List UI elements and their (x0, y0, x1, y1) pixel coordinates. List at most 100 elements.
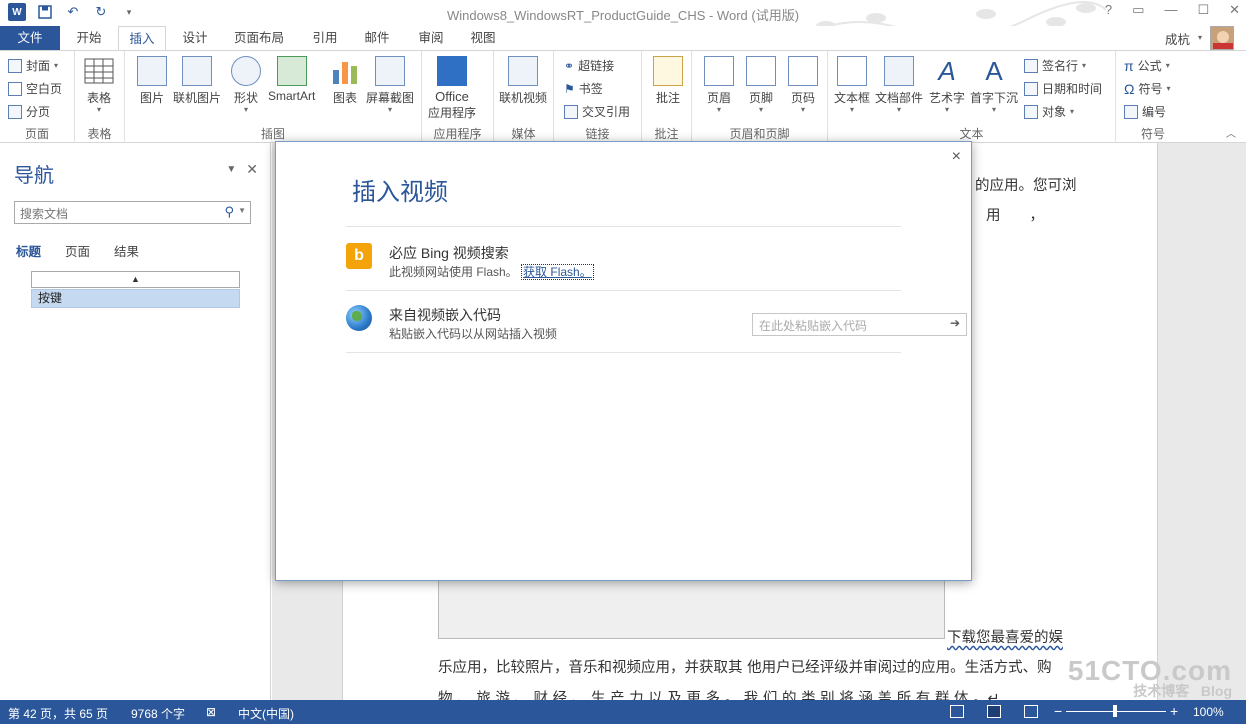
help-icon[interactable]: ? (1105, 2, 1112, 18)
search-icon[interactable]: ⚲ (224, 204, 234, 220)
nav-tab-results[interactable]: 结果 (114, 241, 139, 260)
print-layout-icon[interactable] (987, 705, 1001, 718)
comment-button[interactable]: 批注 (653, 56, 683, 106)
cover-page-icon (8, 58, 22, 73)
symbol-label: 符号 (1138, 82, 1163, 96)
dialog-title: 插入视频 (352, 178, 448, 206)
close-button[interactable]: ✕ (1229, 2, 1240, 18)
dialog-close-button[interactable]: × (952, 148, 961, 166)
chevron-down-icon[interactable]: ▼ (238, 206, 246, 215)
maximize-button[interactable]: ☐ (1197, 2, 1209, 18)
drop-cap-button[interactable]: A 首字下沉 ▾ (970, 56, 1018, 114)
collapse-all-icon[interactable]: ▲ (31, 271, 240, 288)
watermark: 51CTO.com 技术博客 Blog (1068, 655, 1232, 701)
minimize-button[interactable]: — (1164, 2, 1177, 18)
blank-page-icon (8, 81, 22, 96)
video-placeholder[interactable] (438, 573, 945, 639)
online-pictures-button[interactable]: 联机图片 (173, 56, 221, 106)
tab-view[interactable]: 视图 (460, 26, 506, 50)
footer-icon (746, 56, 776, 86)
wordart-button[interactable]: A 艺术字 ▾ (929, 56, 965, 114)
zoom-level[interactable]: 100% (1193, 705, 1224, 719)
online-picture-icon (182, 56, 212, 86)
get-flash-link[interactable]: 获取 Flash。 (521, 264, 594, 280)
nav-options-icon[interactable]: ▼ (226, 161, 236, 178)
zoom-out-button[interactable]: − (1054, 703, 1062, 719)
tab-mailings[interactable]: 邮件 (354, 26, 400, 50)
collapse-ribbon-icon[interactable]: ︿ (1226, 125, 1236, 140)
tab-insert[interactable]: 插入 (118, 26, 166, 51)
arrow-right-icon[interactable]: ➔ (950, 316, 960, 330)
object-label: 对象 (1042, 105, 1067, 119)
tab-page-layout[interactable]: 页面布局 (224, 26, 294, 50)
chart-button[interactable]: 图表 (330, 56, 360, 106)
page-break-button[interactable]: 分页 (8, 103, 50, 120)
header-button[interactable]: 页眉 ▾ (704, 56, 734, 114)
table-button[interactable]: 表格 ▾ (84, 56, 114, 114)
text-box-icon (837, 56, 867, 86)
tab-file[interactable]: 文件 (0, 26, 60, 50)
bing-icon: b (346, 243, 372, 269)
navigation-pane: 导航 ▼ ✕ 搜索文档 ⚲ ▼ 标题 页面 结果 ▲ 按键 (0, 143, 271, 700)
screenshot-button[interactable]: 屏幕截图 ▾ (366, 56, 414, 114)
page-number-button[interactable]: 页码 ▾ (788, 56, 818, 114)
shapes-button[interactable]: 形状 ▾ (231, 56, 261, 114)
page-break-icon (8, 104, 22, 119)
blank-page-button[interactable]: 空白页 (8, 80, 62, 97)
tab-references[interactable]: 引用 (302, 26, 348, 50)
language-status[interactable]: 中文(中国) (238, 705, 294, 722)
footer-label: 页脚 (748, 91, 773, 105)
online-video-button[interactable]: 联机视频 (499, 56, 547, 106)
chevron-down-icon: ▾ (992, 105, 997, 114)
equation-button[interactable]: π 公式 ▾ (1124, 57, 1170, 74)
symbol-button[interactable]: Ω 符号 ▾ (1124, 80, 1171, 97)
office-apps-button[interactable]: Office 应用程序 (428, 56, 476, 121)
header-icon (704, 56, 734, 86)
outline-item[interactable]: 按键 (31, 289, 240, 308)
watermark-text: 技术博客 (1133, 683, 1190, 699)
nav-search-input[interactable]: 搜索文档 ⚲ ▼ (14, 201, 251, 224)
picture-icon (137, 56, 167, 86)
user-account[interactable]: 成杭 ▾ (1165, 26, 1234, 50)
numbering-button[interactable]: 编号 (1124, 103, 1166, 120)
signature-line-button[interactable]: 签名行 ▾ (1024, 57, 1086, 74)
proofing-icon[interactable]: ⊠ (206, 705, 216, 719)
object-button[interactable]: 对象 ▾ (1024, 103, 1074, 120)
tab-review[interactable]: 审阅 (408, 26, 454, 50)
bookmark-button[interactable]: ⚑ 书签 (564, 80, 603, 97)
tab-design[interactable]: 设计 (172, 26, 218, 50)
smartart-button[interactable]: SmartArt (268, 56, 315, 103)
chevron-down-icon: ▾ (243, 105, 248, 114)
pictures-button[interactable]: 图片 (137, 56, 167, 106)
numbering-icon (1124, 104, 1138, 119)
nav-close-icon[interactable]: ✕ (246, 161, 258, 178)
quick-parts-button[interactable]: 文档部件 ▾ (875, 56, 923, 114)
footer-button[interactable]: 页脚 ▾ (746, 56, 776, 114)
web-layout-icon[interactable] (1024, 705, 1038, 718)
zoom-slider-thumb[interactable] (1113, 705, 1117, 717)
read-mode-icon[interactable] (950, 705, 964, 718)
quick-parts-label: 文档部件 (875, 91, 924, 105)
text-box-label: 文本框 (834, 91, 871, 105)
chevron-down-icon: ▾ (1082, 60, 1087, 70)
date-time-button[interactable]: 日期和时间 (1024, 80, 1102, 97)
ribbon-display-icon[interactable]: ▭ (1132, 2, 1144, 18)
nav-tab-headings[interactable]: 标题 (16, 241, 41, 260)
embed-code-placeholder: 在此处粘贴嵌入代码 (759, 319, 868, 333)
cover-page-button[interactable]: 封面 ▾ (8, 57, 58, 74)
embed-code-input[interactable]: 在此处粘贴嵌入代码 ➔ (752, 313, 967, 336)
text-box-button[interactable]: 文本框 ▾ (834, 56, 870, 114)
chevron-down-icon: ▾ (716, 105, 721, 114)
bing-video-search-row[interactable]: b 必应 Bing 视频搜索 此视频网站使用 Flash。 获取 Flash。 (346, 243, 901, 303)
wordart-label: 艺术字 (929, 91, 966, 105)
equation-label: 公式 (1137, 59, 1162, 73)
page-count[interactable]: 第 42 页，共 65 页 (8, 705, 108, 722)
cross-reference-button[interactable]: 交叉引用 (564, 103, 630, 120)
cross-reference-label: 交叉引用 (582, 105, 631, 119)
word-count[interactable]: 9768 个字 (131, 705, 185, 722)
drop-cap-label: 首字下沉 (970, 91, 1019, 105)
nav-tab-pages[interactable]: 页面 (65, 241, 90, 260)
hyperlink-button[interactable]: ⚭ 超链接 (564, 57, 614, 74)
zoom-in-button[interactable]: + (1170, 703, 1178, 719)
tab-home[interactable]: 开始 (66, 26, 112, 50)
